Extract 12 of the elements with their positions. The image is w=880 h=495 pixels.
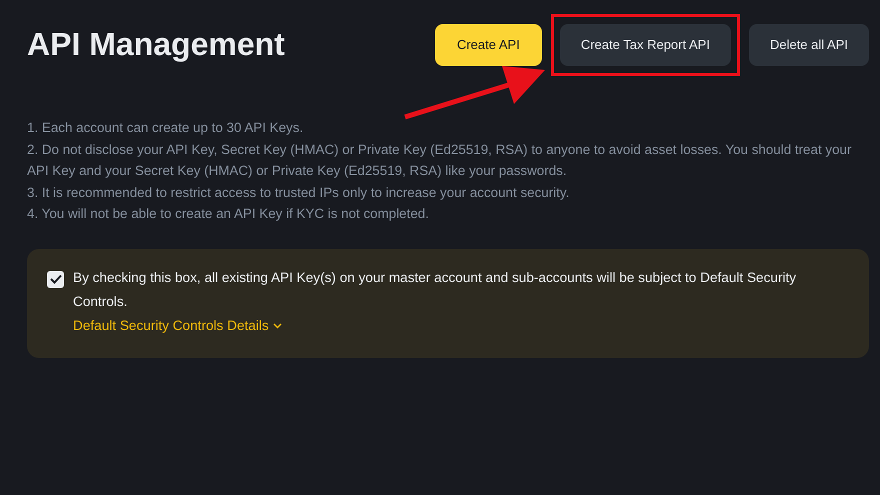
action-button[interactable]: Delete all API (748, 24, 869, 66)
page-title: API Management (27, 26, 285, 63)
info-note: 4. You will not be able to create an API Key if KYC is not completed. (27, 205, 430, 223)
action-button[interactable]: Create Tax Report API (560, 24, 731, 66)
consent-text: By checking this box, all existing API Key(s) on your master account and sub-accounts will be subject to Default Security Controls. (73, 268, 798, 310)
info-note: 3. It is recommended to restrict access to trusted IPs only to increase your account security. (27, 184, 570, 202)
info-note: 1. Each account can create up to 30 API Keys. (27, 119, 304, 137)
consent-checkbox[interactable] (47, 270, 64, 288)
info-note: 2. Do not disclose your API Key, Secret Key (HMAC) or Private Key (Ed25519, RSA) to anyone to avoid asset losses. You should treat your API Key and your Secret Key (HMAC) or Private Key (Ed25519, RSA) like your passwords. (27, 140, 852, 180)
create-button[interactable]: Create API (434, 24, 542, 66)
details-link[interactable]: Default Security Controls Details (73, 314, 849, 338)
chevron-down-icon (272, 322, 282, 328)
